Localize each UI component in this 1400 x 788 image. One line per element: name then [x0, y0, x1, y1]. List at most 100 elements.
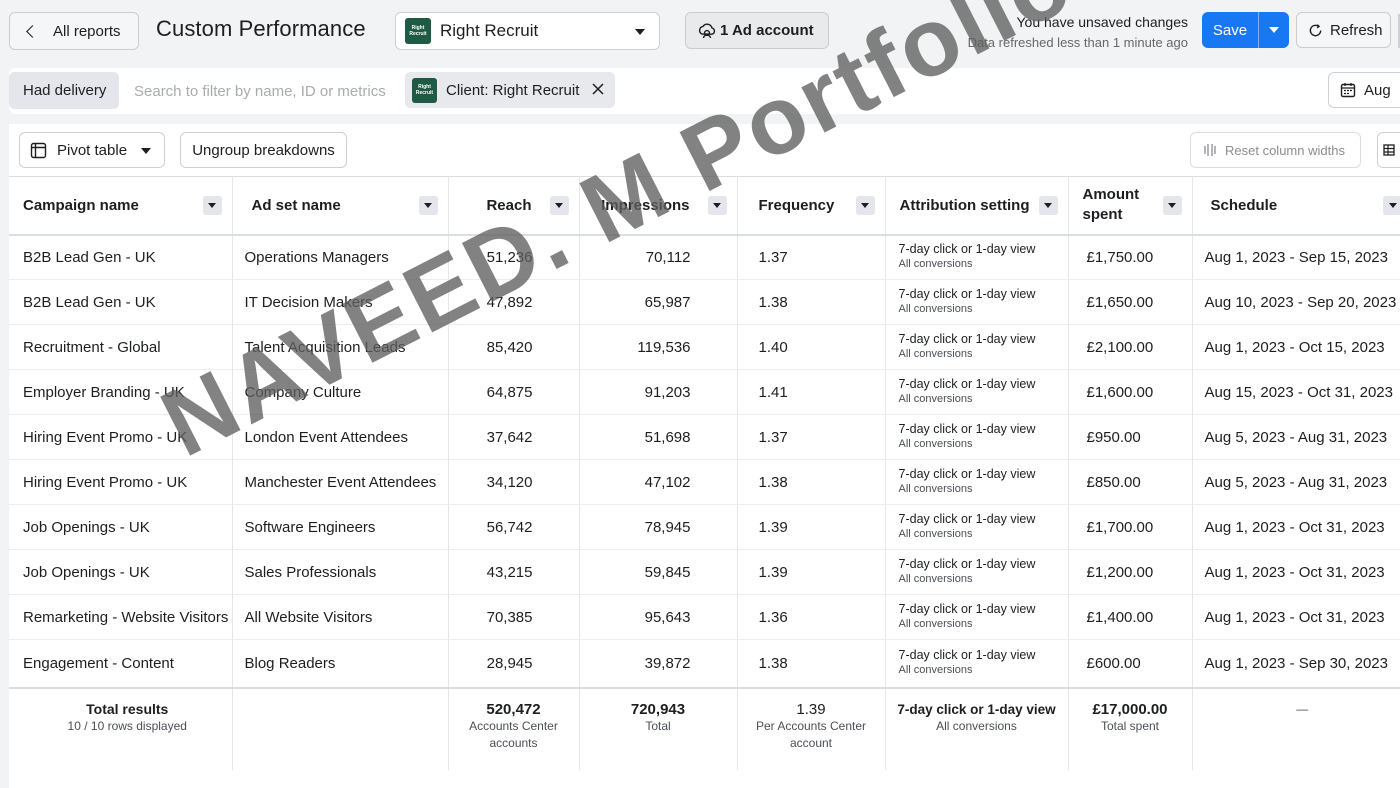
unsaved-changes-text: You have unsaved changes	[1016, 14, 1188, 30]
client-select-value: Right Recruit	[440, 21, 539, 40]
ungroup-breakdowns-button[interactable]: Ungroup breakdowns	[180, 132, 347, 168]
table-row[interactable]: Job Openings - UK Sales Professionals 43,2…	[9, 549, 1400, 595]
attribution-cell: 7-day click or 1-day view All conversions	[885, 459, 1069, 505]
totals-attribution: 7-day click or 1-day view	[897, 701, 1056, 717]
client-chip-label: Client: Right Recruit	[446, 81, 580, 99]
chevron-left-icon	[26, 24, 39, 38]
adset-name-cell: Talent Acquisition Leads	[232, 324, 449, 370]
attribution-cell: 7-day click or 1-day view All conversions	[885, 549, 1069, 595]
attribution-cell: 7-day click or 1-day view All conversions	[885, 414, 1069, 460]
frequency-cell: 1.38	[737, 459, 886, 505]
caret-down-icon	[141, 148, 151, 154]
schedule-cell: Aug 15, 2023 - Oct 31, 2023	[1192, 369, 1400, 415]
column-header-adset[interactable]: Ad set name	[232, 176, 449, 236]
ad-account-button[interactable]: 1 Ad account	[685, 12, 829, 49]
reach-cell: 28,945	[448, 639, 580, 688]
column-header-schedule[interactable]: Schedule	[1192, 176, 1400, 236]
table-header-row: Campaign name Ad set name Reach Impressi…	[9, 176, 1400, 236]
reach-cell: 34,120	[448, 459, 580, 505]
search-input[interactable]	[125, 76, 401, 106]
impressions-cell: 51,698	[579, 414, 738, 460]
right-recruit-logo: Right Recruit	[405, 18, 431, 44]
table-row[interactable]: B2B Lead Gen - UK Operations Managers 51,2…	[9, 234, 1400, 280]
totals-reach: 520,472	[486, 700, 541, 718]
had-delivery-filter[interactable]: Had delivery	[9, 72, 119, 109]
all-reports-button[interactable]: All reports	[9, 12, 139, 50]
impressions-cell: 59,845	[579, 549, 738, 595]
attribution-conversions: All conversions	[898, 348, 973, 360]
table-row[interactable]: Hiring Event Promo - UK London Event Atte…	[9, 414, 1400, 460]
column-header-amount-spent[interactable]: Amount spent	[1068, 176, 1193, 236]
schedule-cell: Aug 1, 2023 - Oct 31, 2023	[1192, 549, 1400, 595]
sort-caret-icon[interactable]	[418, 195, 438, 215]
attribution-cell: 7-day click or 1-day view All conversions	[885, 594, 1069, 640]
attribution-conversions: All conversions	[898, 258, 973, 271]
impressions-cell: 78,945	[579, 504, 738, 550]
refresh-button[interactable]: Refresh	[1296, 12, 1391, 48]
attribution-cell: 7-day click or 1-day view All conversions	[885, 234, 1069, 280]
top-bar: All reports Custom Performance Right Rec…	[0, 0, 1400, 62]
reach-cell: 56,742	[448, 504, 580, 550]
sort-caret-icon[interactable]	[549, 195, 569, 215]
client-select[interactable]: Right Recruit Right Recruit	[395, 12, 660, 50]
report-table-panel: Pivot table Ungroup breakdowns Reset col…	[9, 124, 1400, 788]
totals-impressions: 720,943	[630, 700, 686, 718]
sort-caret-icon[interactable]	[1383, 195, 1400, 215]
frequency-cell: 1.37	[737, 234, 886, 280]
save-button[interactable]: Save	[1202, 12, 1258, 48]
table-row[interactable]: Employer Branding - UK Company Culture 64,…	[9, 369, 1400, 415]
totals-frequency-sub: Per Accounts Center account	[755, 718, 867, 750]
attribution-window: 7-day click or 1-day view	[898, 602, 1036, 616]
page-title: Custom Performance	[156, 16, 366, 41]
impressions-cell: 95,643	[579, 594, 738, 640]
pivot-table-button[interactable]: Pivot table	[19, 132, 165, 168]
sort-caret-icon[interactable]	[202, 195, 222, 215]
column-header-impressions[interactable]: Impressions	[579, 176, 738, 236]
sort-caret-icon[interactable]	[1162, 195, 1182, 215]
reach-cell: 43,215	[448, 549, 580, 595]
table-row[interactable]: Engagement - Content Blog Readers 28,945 39…	[9, 639, 1400, 688]
sort-caret-icon[interactable]	[1038, 195, 1058, 215]
report-table: Campaign name Ad set name Reach Impressi…	[9, 176, 1400, 770]
sort-caret-icon[interactable]	[855, 195, 875, 215]
columns-button[interactable]	[1377, 132, 1400, 168]
adset-name-cell: London Event Attendees	[232, 414, 449, 460]
totals-impressions-sub: Total	[645, 718, 671, 733]
campaign-name-cell: Job Openings - UK	[9, 504, 233, 550]
frequency-cell: 1.41	[737, 369, 886, 415]
column-header-reach[interactable]: Reach	[448, 176, 580, 236]
totals-schedule-cell: —	[1192, 686, 1400, 770]
column-header-attribution[interactable]: Attribution setting	[885, 176, 1069, 236]
date-range-button[interactable]: Aug	[1328, 72, 1400, 108]
schedule-cell: Aug 1, 2023 - Oct 31, 2023	[1192, 504, 1400, 550]
table-row[interactable]: Job Openings - UK Software Engineers 56,74…	[9, 504, 1400, 550]
totals-impressions-cell: 720,943 Total	[579, 686, 738, 770]
schedule-cell: Aug 1, 2023 - Sep 15, 2023	[1192, 234, 1400, 280]
campaign-name-cell: Employer Branding - UK	[9, 369, 233, 415]
column-header-frequency[interactable]: Frequency	[737, 176, 886, 236]
table-row[interactable]: Remarketing - Website Visitors All Websit…	[9, 594, 1400, 640]
save-options-button[interactable]	[1258, 12, 1289, 48]
table-row[interactable]: Hiring Event Promo - UK Manchester Event …	[9, 459, 1400, 505]
table-row[interactable]: B2B Lead Gen - UK IT Decision Makers 47,89…	[9, 279, 1400, 325]
frequency-cell: 1.39	[737, 504, 886, 550]
client-filter-chip[interactable]: Right Recruit Client: Right Recruit	[405, 72, 615, 108]
table-row[interactable]: Recruitment - Global Talent Acquisition L…	[9, 324, 1400, 370]
totals-attribution-cell: 7-day click or 1-day view All conversion…	[885, 686, 1069, 770]
close-icon[interactable]	[591, 82, 605, 96]
attribution-cell: 7-day click or 1-day view All conversions	[885, 639, 1069, 688]
caret-down-icon	[1269, 27, 1279, 33]
reach-cell: 51,236	[448, 234, 580, 280]
attribution-window: 7-day click or 1-day view	[898, 467, 1036, 481]
adset-name-cell: Software Engineers	[232, 504, 449, 550]
attribution-cell: 7-day click or 1-day view All conversions	[885, 504, 1069, 550]
attribution-cell: 7-day click or 1-day view All conversions	[885, 369, 1069, 415]
column-header-campaign[interactable]: Campaign name	[9, 176, 233, 236]
adset-name-cell: Sales Professionals	[232, 549, 449, 595]
right-recruit-logo: Right Recruit	[412, 77, 437, 103]
reset-column-widths-button[interactable]: Reset column widths	[1190, 132, 1361, 168]
frequency-cell: 1.39	[737, 549, 886, 595]
adset-name-cell: Blog Readers	[232, 639, 449, 688]
sort-caret-icon[interactable]	[707, 195, 727, 215]
amount-spent-cell: £2,100.00	[1068, 324, 1193, 370]
